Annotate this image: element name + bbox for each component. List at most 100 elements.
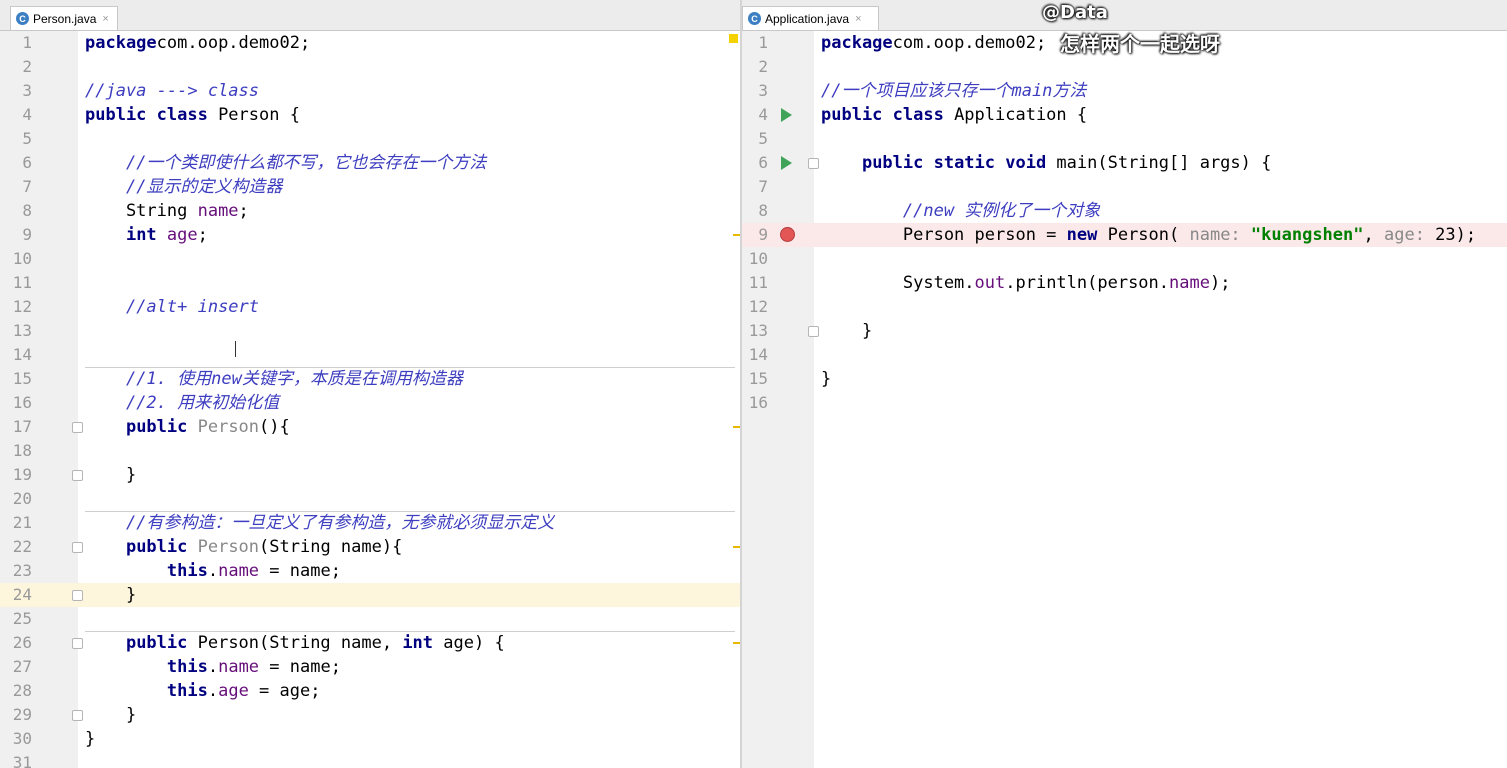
line-number: 12 [748,297,768,316]
code-line[interactable]: 23 this.name = name; [0,559,741,583]
fold-toggle-icon[interactable] [72,422,83,433]
code-line[interactable]: 15} [742,367,1507,391]
code-line[interactable]: 13 [0,319,741,343]
line-number: 27 [12,657,32,676]
code-line[interactable]: 20 [0,487,741,511]
line-number: 8 [22,201,32,220]
line-number: 29 [12,705,32,724]
fold-toggle-icon[interactable] [72,638,83,649]
left-tab-bar: C Person.java × [0,0,741,31]
code-text: this.name = name; [166,657,341,677]
line-number: 16 [748,393,768,412]
analysis-status-icon [729,34,738,43]
line-number: 24 [12,585,32,604]
code-line[interactable]: 25 [0,607,741,631]
method-separator [85,631,735,632]
code-line[interactable]: 15 //1. 使用new关键字，本质是在调用构造器 [0,367,741,391]
code-line[interactable]: 2 [742,55,1507,79]
line-number: 10 [748,249,768,268]
code-line[interactable]: 13 } [742,319,1507,343]
code-line[interactable]: 6 public static void main(String[] args)… [742,151,1507,175]
tab-person-java[interactable]: C Person.java × [10,6,118,30]
code-area[interactable]: 1 packagecom.oop.demo02; 2 3 //一个项目应该只存一个mai… [742,31,1507,415]
code-line[interactable]: 30} [0,727,741,751]
code-line[interactable]: 8 //new 实例化了一个对象 [742,199,1507,223]
code-line[interactable]: 7 //显示的定义构造器 [0,175,741,199]
fold-toggle-icon[interactable] [808,158,819,169]
code-line[interactable]: 1 packagecom.oop.demo02; [0,31,741,55]
code-line[interactable]: 21 //有参构造：一旦定义了有参构造，无参就必须显示定义 [0,511,741,535]
class-file-icon: C [748,12,761,25]
run-icon[interactable] [781,156,792,170]
code-line[interactable]: 6 //一个类即使什么都不写，它也会存在一个方法 [0,151,741,175]
line-number: 22 [12,537,32,556]
method-separator [85,511,735,512]
code-line[interactable]: 8 String name; [0,199,741,223]
code-line[interactable]: 16 //2. 用来初始化值 [0,391,741,415]
line-number: 5 [758,129,768,148]
code-line[interactable]: 9 int age; [0,223,741,247]
code-line[interactable]: 17 public Person(){ [0,415,741,439]
line-number: 6 [22,153,32,172]
code-line[interactable]: 27 this.name = name; [0,655,741,679]
code-line[interactable]: 7 [742,175,1507,199]
code-line[interactable]: 10 [742,247,1507,271]
code-line[interactable]: 28 this.age = age; [0,679,741,703]
code-text: packagecom.oop.demo02; [85,33,311,53]
code-line[interactable]: 31 [0,751,741,768]
code-text: //2. 用来初始化值 [125,393,280,413]
close-icon[interactable]: × [102,13,108,25]
code-line[interactable]: 4 public class Application { [742,103,1507,127]
fold-toggle-icon[interactable] [72,470,83,481]
code-line[interactable]: 16 [742,391,1507,415]
line-number: 13 [748,321,768,340]
code-line[interactable]: 3 //一个项目应该只存一个main方法 [742,79,1507,103]
line-number: 14 [748,345,768,364]
code-text: System.out.println(person.name); [821,273,1231,293]
code-line[interactable]: 11 [0,271,741,295]
code-text: //alt+ insert [125,297,260,317]
code-text: //new 实例化了一个对象 [902,201,1101,221]
code-line[interactable]: 26 public Person(String name, int age) { [0,631,741,655]
run-icon[interactable] [781,108,792,122]
code-line[interactable]: 3 //java ---> class [0,79,741,103]
line-number: 4 [758,105,768,124]
code-text: packagecom.oop.demo02; [821,33,1047,53]
line-number: 9 [22,225,32,244]
code-line[interactable]: 12 [742,295,1507,319]
code-text: //一个类即使什么都不写，它也会存在一个方法 [125,153,487,173]
code-line[interactable]: 2 [0,55,741,79]
tab-application-java[interactable]: C Application.java × [742,6,879,30]
code-line[interactable]: 4 public class Person { [0,103,741,127]
code-line[interactable]: 24 } [0,583,741,607]
code-line[interactable]: 5 [0,127,741,151]
code-text: //一个项目应该只存一个main方法 [821,81,1087,101]
breakpoint-icon[interactable] [780,227,795,242]
line-number: 7 [758,177,768,196]
code-line[interactable]: 10 [0,247,741,271]
line-number: 5 [22,129,32,148]
code-line[interactable]: 12 //alt+ insert [0,295,741,319]
line-number: 31 [12,753,32,768]
fold-toggle-icon[interactable] [808,326,819,337]
close-icon[interactable]: × [855,13,861,25]
code-area[interactable]: 1 packagecom.oop.demo02; 2 3//java ---> cla… [0,31,741,768]
line-number: 3 [22,81,32,100]
method-separator [85,367,735,368]
code-line[interactable]: 19 } [0,463,741,487]
code-line[interactable]: 22 public Person(String name){ [0,535,741,559]
fold-toggle-icon[interactable] [72,710,83,721]
code-line[interactable]: 5 [742,127,1507,151]
code-text: } [85,705,137,725]
fold-toggle-icon[interactable] [72,590,83,601]
fold-toggle-icon[interactable] [72,542,83,553]
code-line[interactable]: 14 [0,343,741,367]
line-number: 26 [12,633,32,652]
code-line[interactable]: 18 [0,439,741,463]
code-line[interactable]: 14 [742,343,1507,367]
line-number: 16 [12,393,32,412]
line-number: 13 [12,321,32,340]
code-line[interactable]: 11 System.out.println(person.name); [742,271,1507,295]
code-line[interactable]: 29 } [0,703,741,727]
code-line[interactable]: 9 Person person = new Person( name: "kua… [742,223,1507,247]
